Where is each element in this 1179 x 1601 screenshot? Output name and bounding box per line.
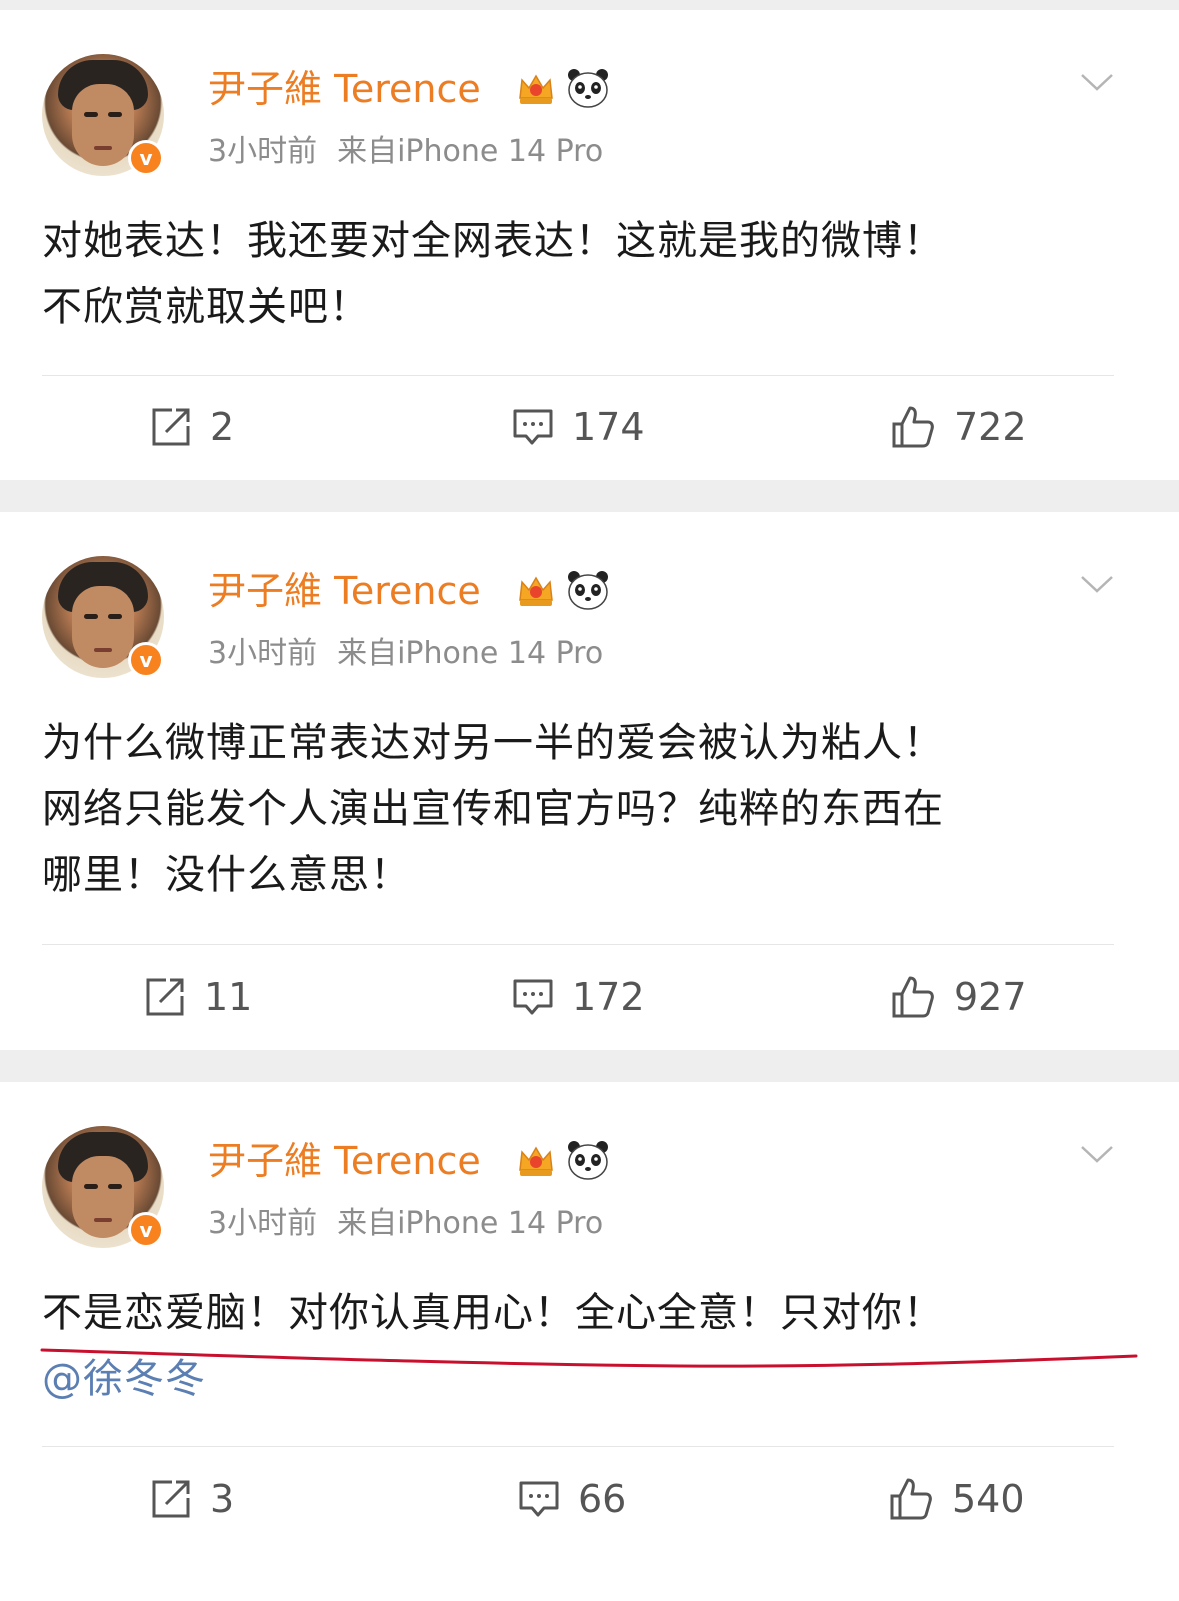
repost-button[interactable]: 2: [150, 402, 234, 452]
comment-button[interactable]: 174: [512, 402, 645, 452]
divider: [42, 1446, 1114, 1447]
post-text-line: 对她表达！我还要对全网表达！这就是我的微博！: [42, 218, 944, 264]
chevron-down-icon[interactable]: [1080, 72, 1114, 92]
comment-button[interactable]: 172: [512, 972, 645, 1022]
post-text-line: 不是恋爱脑！对你认真用心！全心全意！只对你！: [42, 1290, 944, 1336]
comment-icon: [513, 409, 553, 445]
post-text-line: 网络只能发个人演出宣传和官方吗？纯粹的东西在: [42, 786, 944, 832]
chevron-down-icon[interactable]: [1080, 1144, 1114, 1164]
repost-count: 3: [210, 1477, 235, 1521]
thumbs-up-icon: [892, 406, 934, 448]
verified-badge-icon: v: [128, 140, 164, 176]
post-text: 对她表达！我还要对全网表达！这就是我的微博！ 不欣赏就取关吧！: [42, 208, 1142, 340]
post-meta: 3小时前 来自iPhone 14 Pro: [208, 1204, 603, 1244]
divider: [42, 944, 1114, 945]
comment-icon: [519, 1481, 559, 1517]
panda-badge-icon: [568, 571, 608, 610]
post-time: 3小时前: [208, 636, 318, 671]
post-source: 来自iPhone 14 Pro: [337, 1206, 604, 1241]
repost-count: 2: [210, 405, 235, 449]
like-button[interactable]: 722: [890, 402, 1027, 452]
username[interactable]: 尹子維 Terence: [208, 567, 481, 615]
like-count: 540: [952, 1477, 1025, 1521]
thumbs-up-icon: [890, 1478, 932, 1520]
repost-button[interactable]: 11: [144, 972, 252, 1022]
post-source: 来自iPhone 14 Pro: [337, 134, 604, 169]
post-text-line: 为什么微博正常表达对另一半的爱会被认为粘人！: [42, 720, 944, 766]
verified-badge-icon: v: [128, 642, 164, 678]
username[interactable]: 尹子維 Terence: [208, 1137, 481, 1185]
crown-badge-icon: [519, 74, 553, 104]
thumbs-up-icon: [892, 976, 934, 1018]
post-text: 为什么微博正常表达对另一半的爱会被认为粘人！ 网络只能发个人演出宣传和官方吗？纯…: [42, 710, 1142, 908]
comment-count: 172: [572, 975, 645, 1019]
panda-badge-icon: [568, 69, 608, 108]
username[interactable]: 尹子維 Terence: [208, 65, 481, 113]
comment-button[interactable]: 66: [518, 1474, 626, 1524]
like-button[interactable]: 540: [888, 1474, 1025, 1524]
like-count: 722: [954, 405, 1027, 449]
like-count: 927: [954, 975, 1027, 1019]
post-card: v 尹子維 Terence 3小时前 来自iPhone 14 Pro 不是恋爱脑！…: [0, 1082, 1179, 1601]
post-card: v 尹子維 Terence 3小时前 来自iPhone 14 Pro 对她表达！我…: [0, 10, 1179, 480]
verified-badge-icon: v: [128, 1212, 164, 1248]
crown-badge-icon: [519, 576, 553, 606]
like-button[interactable]: 927: [890, 972, 1027, 1022]
post-card: v 尹子維 Terence 3小时前 来自iPhone 14 Pro 为什么微博正…: [0, 512, 1179, 1050]
repost-icon: [152, 1480, 190, 1518]
post-time: 3小时前: [208, 1206, 318, 1241]
repost-button[interactable]: 3: [150, 1474, 234, 1524]
repost-icon: [146, 978, 184, 1016]
post-text-line: 不欣赏就取关吧！: [42, 284, 370, 330]
post-text-line: 哪里！没什么意思！: [42, 852, 411, 898]
panda-badge-icon: [568, 1141, 608, 1180]
chevron-down-icon[interactable]: [1080, 574, 1114, 594]
post-meta: 3小时前 来自iPhone 14 Pro: [208, 634, 603, 674]
comment-icon: [513, 979, 553, 1015]
post-time: 3小时前: [208, 134, 318, 169]
repost-icon: [152, 408, 190, 446]
comment-count: 66: [578, 1477, 627, 1521]
crown-badge-icon: [519, 1146, 553, 1176]
weibo-feed: v 尹子維 Terence 3小时前 来自iPhone 14 Pro 对她表达！我…: [0, 0, 1179, 1601]
post-text: 不是恋爱脑！对你认真用心！全心全意！只对你！ @徐冬冬: [42, 1280, 1142, 1412]
repost-count: 11: [204, 975, 253, 1019]
comment-count: 174: [572, 405, 645, 449]
mention-link[interactable]: @徐冬冬: [42, 1346, 1142, 1412]
post-source: 来自iPhone 14 Pro: [337, 636, 604, 671]
divider: [42, 375, 1114, 376]
post-meta: 3小时前 来自iPhone 14 Pro: [208, 132, 603, 172]
